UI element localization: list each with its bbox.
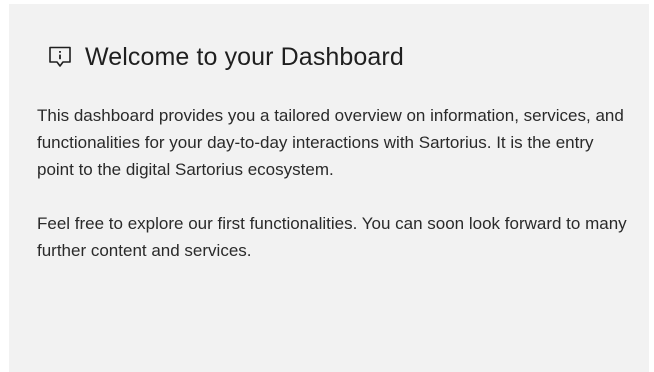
welcome-card-explore-text: Feel free to explore our first functiona… — [37, 214, 627, 260]
welcome-card-description: This dashboard provides you a tailored o… — [37, 106, 624, 179]
welcome-card-title: Welcome to your Dashboard — [85, 42, 404, 71]
welcome-card-header: Welcome to your Dashboard — [47, 40, 649, 74]
info-speech-bubble-icon — [47, 45, 73, 69]
welcome-card: Welcome to your Dashboard This dashboard… — [9, 4, 649, 372]
